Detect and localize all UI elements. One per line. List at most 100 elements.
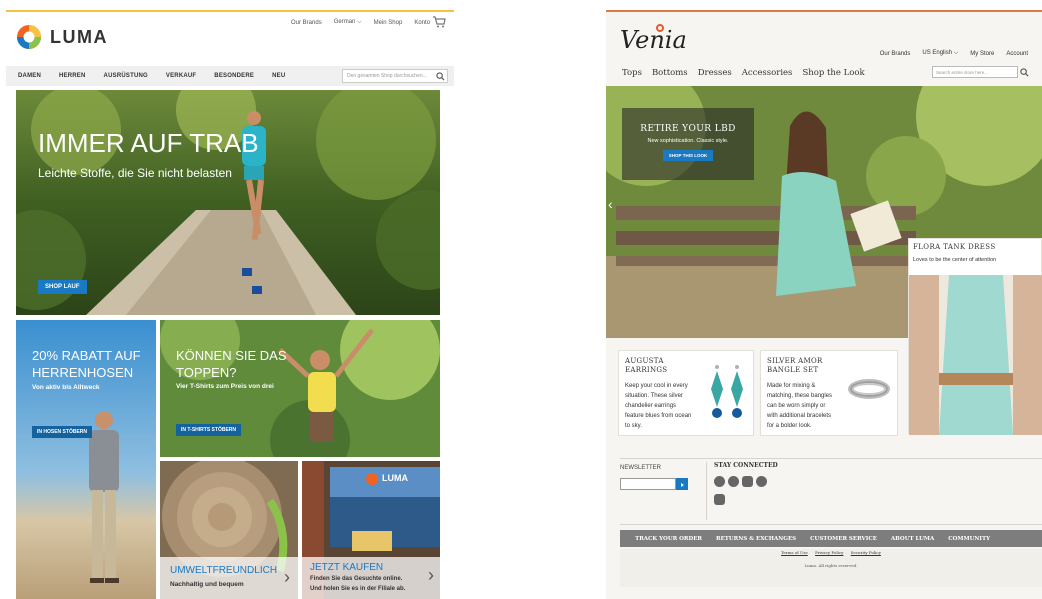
language-switcher[interactable]: German ⌵ [334, 19, 362, 26]
chevron-right-icon[interactable]: › [428, 565, 434, 586]
footer-divider [620, 524, 1042, 525]
tile-top-title-2: TOPPEN? [176, 365, 237, 380]
stay-connected-label: STAY CONNECTED [714, 462, 778, 469]
terms-of-use-link[interactable]: Terms of Use [781, 550, 808, 555]
search-input[interactable]: Search entire store here... [932, 66, 1029, 78]
venia-main-nav: Tops Bottoms Dresses Accessories Shop th… [622, 68, 865, 78]
tile-herrenhosen[interactable]: 20% RABATT AUF HERRENHOSEN Von aktiv bis… [16, 320, 156, 599]
nav-item-verkauf[interactable]: VERKAUF [166, 73, 196, 79]
footer-link-about[interactable]: ABOUT LUMA [891, 536, 934, 542]
tile-umweltfreundlich[interactable]: UMWELTFREUNDLICH Nachhaltig und bequem › [160, 461, 298, 599]
newsletter-label: NEWSLETTER [620, 465, 662, 471]
newsletter-submit-button[interactable] [676, 478, 688, 490]
search-icon[interactable] [1020, 68, 1029, 77]
tile-top-title-1: KÖNNEN SIE DAS [176, 348, 287, 363]
nav-item-accessories[interactable]: Accessories [742, 68, 793, 78]
facebook-icon[interactable] [714, 476, 725, 487]
footer-nav-bar: TRACK YOUR ORDER RETURNS & EXCHANGES CUS… [620, 530, 1042, 547]
copyright: Luma. All rights reserved. [804, 563, 858, 568]
nav-item-herren[interactable]: HERREN [59, 73, 86, 79]
newsletter-email-input[interactable] [620, 478, 676, 490]
luma-logo-icon [17, 25, 41, 49]
bangle-text-line: for a bolder look. [767, 423, 812, 429]
tile-top-subtitle: Vier T-Shirts zum Preis von drei [176, 383, 274, 390]
luma-logo[interactable]: LUMA [16, 24, 108, 50]
luma-brand-name: LUMA [50, 26, 108, 47]
hero-banner-running[interactable]: IMMER AUF TRAB Leichte Stoffe, die Sie n… [16, 90, 440, 315]
nav-item-dresses[interactable]: Dresses [698, 68, 732, 78]
earrings-description: Keep your cool in every situation. These… [625, 381, 691, 431]
augusta-earrings-card[interactable]: AUGUSTA EARRINGS Keep your cool in every… [618, 350, 754, 436]
language-label: German [333, 19, 356, 25]
tile-pants-title-1: 20% RABATT AUF [32, 348, 141, 363]
footer-link-track-order[interactable]: TRACK YOUR ORDER [635, 536, 702, 542]
flora-photo [909, 275, 1042, 435]
instagram-icon[interactable] [714, 494, 725, 505]
nav-item-neu[interactable]: NEU [272, 73, 285, 79]
language-switcher[interactable]: US English ⌵ [922, 50, 958, 57]
tile-buy-subtitle-2: Und holen Sie es in der Filiale ab. [310, 586, 406, 592]
venia-storefront: Venia Our Brands US English ⌵ My Store A… [606, 10, 1042, 599]
bangle-text-line: with additional bracelets [767, 413, 832, 419]
tile-buy-subtitle-1: Finden Sie das Gesuchte online. [310, 576, 403, 582]
twitter-icon[interactable] [728, 476, 739, 487]
nav-item-tops[interactable]: Tops [622, 68, 642, 78]
earrings-text-line: Keep your cool in every [625, 383, 688, 389]
search-placeholder: Den gesamten Shop durchsuchen... [347, 73, 427, 79]
tile-jetzt-kaufen[interactable]: LUMA JETZT KAUFEN Finden Sie das Gesucht… [302, 461, 440, 599]
nav-item-bottoms[interactable]: Bottoms [652, 68, 688, 78]
bangle-text-line: Made for mixing & [767, 383, 816, 389]
nav-item-damen[interactable]: DAMEN [18, 73, 41, 79]
earrings-text-line: to sky. [625, 423, 642, 429]
pinterest-icon[interactable] [756, 476, 767, 487]
cart-icon[interactable] [432, 16, 446, 28]
privacy-policy-link[interactable]: Privacy Policy [815, 550, 843, 555]
nav-item-besondere[interactable]: BESONDERE [214, 73, 254, 79]
link-my-store[interactable]: Mein Shop [374, 20, 403, 26]
earrings-text-line: feature blues from ocean [625, 413, 692, 419]
chevron-right-icon[interactable]: › [284, 567, 290, 588]
tile-pants-title-2: HERRENHOSEN [32, 365, 134, 380]
nav-item-ausruestung[interactable]: AUSRÜSTUNG [104, 73, 148, 79]
shop-lauf-button[interactable]: SHOP LAUF [38, 280, 87, 294]
link-our-brands[interactable]: Our Brands [880, 51, 911, 57]
promo-title: RETIRE YOUR LBD [640, 124, 736, 134]
search-input[interactable]: Den gesamten Shop durchsuchen... [342, 69, 448, 83]
link-my-store[interactable]: My Store [970, 51, 994, 57]
bangle-description: Made for mixing & matching, these bangle… [767, 381, 832, 431]
security-policy-link[interactable]: Security Policy [851, 550, 881, 555]
flora-title: FLORA TANK DRESS [913, 243, 996, 251]
bangle-text-line: can be worn simply or [767, 403, 826, 409]
venia-logo[interactable]: Venia [620, 26, 687, 54]
tile-t-shirts[interactable]: KÖNNEN SIE DAS TOPPEN? Vier T-Shirts zum… [160, 320, 440, 457]
hero-title: IMMER AUF TRAB [38, 128, 259, 158]
silver-amor-bangle-card[interactable]: SILVER AMOR BANGLE SET Made for mixing &… [760, 350, 898, 436]
footer-link-customer-service[interactable]: CUSTOMER SERVICE [810, 536, 877, 542]
bangle-title-line-1: SILVER AMOR [767, 357, 823, 365]
footer-vertical-divider [706, 462, 707, 520]
earrings-title: AUGUSTA EARRINGS [625, 357, 667, 375]
in-hosen-stoebern-button[interactable]: IN HOSEN STÖBERN [32, 426, 93, 438]
link-our-brands[interactable]: Our Brands [291, 20, 322, 26]
search-placeholder: Search entire store here... [936, 70, 989, 75]
instagram-link [714, 494, 725, 505]
promo-subtitle: New sophistication. Classic style. [647, 138, 729, 144]
in-t-shirts-stoebern-button[interactable]: IN T-SHIRTS STÖBERN [176, 424, 242, 436]
promo-box: RETIRE YOUR LBD New sophistication. Clas… [622, 108, 754, 180]
footer-link-returns[interactable]: RETURNS & EXCHANGES [716, 536, 796, 542]
bangle-text-line: matching, these bangles [767, 393, 833, 399]
chevron-down-icon: ⌵ [953, 50, 959, 56]
link-account[interactable]: Account [1006, 51, 1028, 57]
carousel-prev-icon[interactable]: ‹ [608, 196, 613, 212]
bangle-title-line-2: BANGLE SET [767, 366, 819, 374]
nav-item-shop-the-look[interactable]: Shop the Look [802, 68, 864, 78]
search-icon[interactable] [436, 72, 445, 81]
youtube-icon[interactable] [742, 476, 753, 487]
legal-links: Terms of Use Privacy Policy Security Pol… [620, 550, 1042, 555]
shop-this-look-button[interactable]: SHOP THIS LOOK [662, 150, 714, 161]
footer-link-community[interactable]: COMMUNITY [948, 536, 990, 542]
tile-buy-title: JETZT KAUFEN [310, 562, 384, 573]
flora-tank-dress-card[interactable]: FLORA TANK DRESS Loves to be the center … [908, 238, 1042, 435]
venia-top-links: Our Brands US English ⌵ My Store Account [880, 50, 1028, 57]
link-account[interactable]: Konto [414, 20, 430, 26]
